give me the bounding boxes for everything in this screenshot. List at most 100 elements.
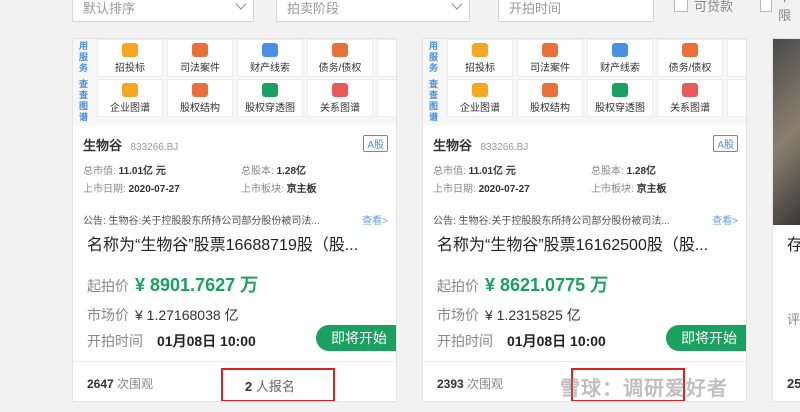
auction-time-value: 01月08日 10:00	[157, 333, 256, 349]
stock-code: 833266.BJ	[480, 142, 529, 153]
service-label: 深	[728, 59, 746, 74]
chevron-down-icon	[451, 0, 463, 10]
auction-title[interactable]: 名称为“生物谷”股票16688719股（股...	[87, 231, 377, 255]
service-icon	[122, 83, 138, 97]
service-icon	[682, 83, 698, 97]
service-item[interactable]: 司法案件	[167, 39, 233, 77]
loan-checkbox[interactable]: 可贷款	[674, 0, 733, 16]
graph-label: 查查图谱	[429, 79, 439, 122]
service-item[interactable]: 债务/债权	[307, 39, 373, 77]
market-tag: A股	[363, 135, 388, 152]
sort-select[interactable]: 默认排序	[72, 0, 254, 22]
auction-card-partial[interactable]: 存 评 25	[772, 38, 800, 402]
total-market-value: 总市值: 11.01亿 元	[433, 166, 516, 177]
chevron-down-icon	[235, 0, 247, 10]
stage-select[interactable]: 拍卖阶段	[276, 0, 470, 22]
service-item[interactable]: 财产线索	[587, 39, 653, 77]
service-item[interactable]: 关系图谱	[307, 79, 373, 117]
service-label: 实	[728, 99, 746, 114]
listed-date: 上市日期: 2020-07-27	[433, 184, 530, 195]
start-price-label: 起拍价	[87, 278, 129, 294]
start-time-placeholder: 开拍时间	[509, 1, 562, 16]
service-label: 司法案件	[530, 63, 570, 74]
service-label: 司法案件	[180, 63, 220, 74]
service-item[interactable]: 股权结构	[167, 79, 233, 117]
service-icon	[472, 83, 488, 97]
auction-title[interactable]: 名称为“生物谷”股票16162500股（股...	[437, 231, 727, 255]
service-label: 财产线索	[250, 63, 290, 74]
market-price-value: ¥ 1.27168038 亿	[135, 307, 239, 323]
service-item[interactable]: 企业图谱	[97, 79, 163, 117]
service-item[interactable]: 司法案件	[517, 39, 583, 77]
service-item[interactable]: 实	[727, 79, 746, 117]
start-price-value: ¥ 8901.7627 万	[135, 275, 259, 295]
service-label: 财产线索	[600, 63, 640, 74]
services-panel: 用服务 查查图谱 招投标 司法案件 财产线索 债务/债权 深 企业图谱 股权结构 股权穿透图…	[73, 39, 396, 125]
status-badge: 即将开始	[316, 325, 396, 351]
auction-card[interactable]: 用服务 查查图谱 招投标 司法案件 财产线索 债务/债权 深 企业图谱 股权结构 股权穿透图…	[72, 38, 397, 402]
service-label: 债务/债权	[318, 63, 362, 74]
start-time-input[interactable]: 开拍时间	[498, 0, 654, 22]
service-icon	[542, 83, 558, 97]
filter-bar: 默认排序 拍卖阶段 开拍时间 可贷款 不限	[0, 0, 800, 26]
services-label: 用服务	[79, 41, 89, 73]
service-label: 招投标	[465, 63, 495, 74]
divider	[423, 361, 746, 362]
auction-image	[773, 39, 800, 225]
service-icon	[192, 43, 208, 57]
service-item[interactable]: 深	[727, 39, 746, 77]
market-price-row: 市场价 ¥ 1.27168038 亿	[87, 305, 239, 325]
service-item[interactable]: 股权穿透图	[587, 79, 653, 117]
service-label: 深	[378, 59, 396, 74]
auction-card[interactable]: 用服务 查查图谱 招投标 司法案件 财产线索 债务/债权 深 企业图谱 股权结构 股权穿透图…	[422, 38, 747, 402]
watermark: 雪球：调研爱好者	[560, 378, 728, 400]
total-shares: 总股本: 1.28亿	[241, 166, 307, 177]
service-label: 债务/债权	[668, 63, 712, 74]
service-item[interactable]: 深	[377, 39, 396, 77]
service-label: 招投标	[115, 63, 145, 74]
service-label: 企业图谱	[460, 103, 500, 114]
stock-header: 生物谷 833266.BJ A股	[433, 135, 738, 155]
service-icon	[612, 43, 628, 57]
service-item[interactable]: 债务/债权	[657, 39, 723, 77]
other-checkbox-label: 不限	[778, 0, 792, 23]
graph-label: 查查图谱	[79, 79, 89, 122]
service-icon	[262, 43, 278, 57]
service-label: 企业图谱	[110, 103, 150, 114]
market-price-label: 市场价	[87, 307, 129, 323]
market-price-row: 市场价 ¥ 1.2315825 亿	[437, 305, 581, 325]
service-label: 实	[378, 99, 396, 114]
start-price-row: 起拍价 ¥ 8901.7627 万	[87, 271, 258, 297]
listed-board: 上市板块: 京主板	[591, 184, 667, 195]
stock-name[interactable]: 生物谷	[83, 138, 122, 153]
stock-code: 833266.BJ	[130, 142, 179, 153]
service-item[interactable]: 关系图谱	[657, 79, 723, 117]
auction-time-row: 开拍时间 01月08日 10:00	[87, 331, 256, 351]
view-count: 2647 次围观	[87, 377, 154, 391]
auction-time-row: 开拍时间 01月08日 10:00	[437, 331, 606, 351]
service-item[interactable]: 股权穿透图	[237, 79, 303, 117]
service-item[interactable]: 企业图谱	[447, 79, 513, 117]
stock-header: 生物谷 833266.BJ A股	[83, 135, 388, 155]
service-item[interactable]: 财产线索	[237, 39, 303, 77]
start-price-label: 起拍价	[437, 278, 479, 294]
service-item[interactable]: 招投标	[447, 39, 513, 77]
other-checkbox[interactable]: 不限	[760, 0, 800, 23]
service-icon	[332, 83, 348, 97]
total-shares: 总股本: 1.28亿	[591, 166, 657, 177]
loan-checkbox-label: 可贷款	[694, 0, 734, 14]
stock-name[interactable]: 生物谷	[433, 138, 472, 153]
service-label: 股权结构	[180, 103, 220, 114]
status-badge: 即将开始	[666, 325, 746, 351]
service-icon	[262, 83, 278, 97]
service-icon	[472, 43, 488, 57]
listed-date: 上市日期: 2020-07-27	[83, 184, 180, 195]
market-price-value: ¥ 1.2315825 亿	[485, 307, 581, 323]
auction-time-label: 开拍时间	[87, 333, 143, 349]
service-item[interactable]: 招投标	[97, 39, 163, 77]
signup-count[interactable]: 2 人报名	[221, 368, 335, 401]
service-item[interactable]: 股权结构	[517, 79, 583, 117]
service-label: 股权穿透图	[595, 103, 645, 114]
service-item[interactable]: 实	[377, 79, 396, 117]
stage-select-value: 拍卖阶段	[287, 1, 340, 16]
